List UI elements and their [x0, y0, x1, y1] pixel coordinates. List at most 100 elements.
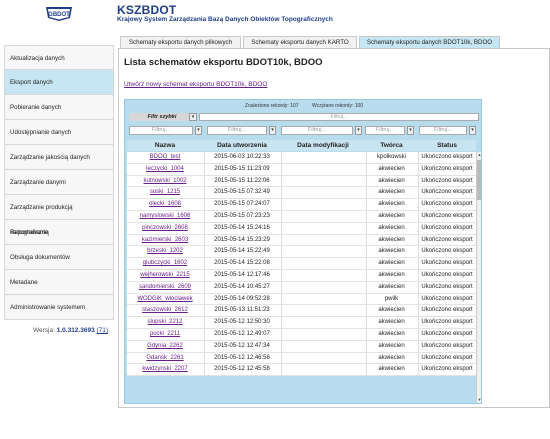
cell-modified	[281, 187, 365, 198]
column-header-name[interactable]: Nazwa	[127, 140, 203, 151]
table-row[interactable]: leczycki_1004 2015-05-15 11:23:09 akwiecie…	[127, 163, 476, 176]
sidebar-item[interactable]: Obsługa dokumentów	[4, 245, 114, 270]
cell-name[interactable]: kutnowski_1002	[127, 176, 203, 187]
sidebar-item[interactable]: Raportowanie	[4, 220, 114, 245]
cell-created: 2015-05-12 12:49:07	[214, 330, 270, 337]
filter-name-input[interactable]: Filtruj...	[129, 126, 193, 135]
cell-name[interactable]: sandomierski_2609	[127, 282, 203, 293]
cell-name[interactable]: BDOO_test	[127, 152, 203, 163]
table-row[interactable]: pinczowski_2608 2015-05-14 15:24:16 akwiec…	[127, 222, 476, 235]
sidebar-item[interactable]: Udostępnianie danych	[4, 120, 114, 145]
column-header-created[interactable]: Data utworzenia	[204, 140, 280, 151]
table-row[interactable]: Gdansk_2261 2015-05-12 12:46:56 akwiecien U…	[127, 352, 476, 365]
grid-scrollbar[interactable]: ▲ ▼	[476, 152, 481, 403]
sidebar-item[interactable]: Administrowanie systemem	[4, 295, 114, 320]
cell-name[interactable]: Gdynia_2262	[127, 341, 203, 352]
cell-name[interactable]: namyslowski_1606	[127, 211, 203, 222]
cell-name[interactable]: Gdansk_2261	[127, 353, 203, 364]
cell-name[interactable]: brzeski_1202	[127, 246, 203, 257]
table-row[interactable]: pucki_2211 2015-05-12 12:49:07 akwiecien Uk…	[127, 328, 476, 341]
sidebar-item[interactable]: Aktualizacja danych	[4, 45, 114, 70]
table-row[interactable]: WODGiK_wloclawek 2015-05-14 09:52:28 pwilk…	[127, 293, 476, 306]
table-row[interactable]: BDOO_test 2015-06-03 10:22:33 kpolkowski Uk…	[127, 152, 476, 164]
cell-creator: akwiecien	[378, 201, 405, 208]
filter-modified-input[interactable]: Filtruj...	[281, 126, 353, 135]
scroll-up-icon[interactable]: ▲	[477, 152, 481, 158]
cell-status: Ukończono eksport	[421, 342, 473, 349]
create-schema-link[interactable]: Utwórz nowy schemat eksportu BDOT10k, BD…	[124, 81, 267, 88]
cell-name[interactable]: suski_1215	[127, 187, 203, 198]
cell-name[interactable]: pucki_2211	[127, 329, 203, 340]
table-row[interactable]: wejherowski_2215 2015-05-14 12:17:46 akwie…	[127, 269, 476, 282]
quick-filter-dropdown-icon[interactable]: ▾	[189, 113, 197, 121]
cell-created: 2015-05-14 09:52:28	[214, 295, 270, 302]
cell-creator: akwiecien	[378, 212, 405, 219]
filter-status-input[interactable]: Filtruj...	[419, 126, 467, 135]
cell-name[interactable]: kazimierski_2603	[127, 235, 203, 246]
version-info: Wersja: 1.0.312.3693 (71)	[33, 327, 108, 334]
sidebar-item[interactable]: Eksport danych	[4, 70, 114, 95]
table-row[interactable]: kwidzynski_2207 2015-05-12 12:45:58 akwiec…	[127, 364, 476, 377]
scroll-down-icon[interactable]: ▼	[477, 397, 481, 403]
filter-creator-dropdown-icon[interactable]: ▾	[407, 126, 414, 135]
sidebar-item[interactable]: Zarządzanie danymi	[4, 170, 114, 195]
quick-filter-input[interactable]: Filtruj...	[199, 113, 479, 121]
cell-creator: akwiecien	[378, 248, 405, 255]
cell-name[interactable]: slupski_2212	[127, 317, 203, 328]
cell-name[interactable]: pinczowski_2608	[127, 223, 203, 234]
cell-name[interactable]: kwidzynski_2207	[127, 364, 203, 375]
cell-modified	[281, 305, 365, 316]
tab-file-export[interactable]: Schematy eksportu danych plikowych	[120, 36, 241, 48]
cell-name[interactable]: staszowski_2612	[127, 305, 203, 316]
cell-modified	[281, 199, 365, 210]
table-row[interactable]: sandomierski_2609 2015-05-14 10:45:27 akwi…	[127, 281, 476, 294]
cell-modified	[281, 246, 365, 257]
table-row[interactable]: Gdynia_2262 2015-05-12 12:47:34 akwiecien U…	[127, 340, 476, 353]
cell-status: Ukończono eksport	[421, 354, 473, 361]
cell-name[interactable]: olecki_1608	[127, 199, 203, 210]
cell-modified	[281, 258, 365, 269]
column-header-status[interactable]: Status	[418, 140, 476, 151]
cell-status: Ukończono eksport	[421, 295, 473, 302]
cell-name[interactable]: wejherowski_2215	[127, 270, 203, 281]
sidebar-item[interactable]: Metadane	[4, 270, 114, 295]
cell-name[interactable]: WODGiK_wloclawek	[127, 294, 203, 305]
table-row[interactable]: namyslowski_1606 2015-05-15 07:23:23 akwie…	[127, 210, 476, 223]
app-subtitle: Krajowy System Zarządzania Bazą Danych O…	[117, 16, 333, 23]
column-header-modified[interactable]: Data modyfikacji	[281, 140, 365, 151]
filter-creator-input[interactable]: Filtruj...	[365, 126, 405, 135]
table-row[interactable]: kazimierski_2603 2015-05-14 15:23:29 akwie…	[127, 234, 476, 247]
version-label: Wersja:	[33, 327, 55, 334]
cell-name[interactable]: glubczycki_1602	[127, 258, 203, 269]
scroll-thumb[interactable]	[477, 160, 481, 200]
table-row[interactable]: glubczycki_1602 2015-05-14 15:22:08 akwiec…	[127, 258, 476, 270]
sidebar-item[interactable]: Pobieranie danych	[4, 95, 114, 120]
filter-created-input[interactable]: Filtruj...	[207, 126, 267, 135]
filter-name-dropdown-icon[interactable]: ▾	[195, 126, 202, 135]
cell-name[interactable]: leczycki_1004	[127, 164, 203, 175]
cell-creator: akwiecien	[378, 236, 405, 243]
table-row[interactable]: suski_1215 2015-05-15 07:32:49 akwiecien Uk…	[127, 187, 476, 200]
filter-modified-dropdown-icon[interactable]: ▾	[355, 126, 362, 135]
column-header-creator[interactable]: Twórca	[366, 140, 417, 151]
sidebar-item[interactable]: Zarządzanie produkcją kartograficzną	[4, 195, 114, 236]
version-count-link[interactable]: (71)	[97, 327, 109, 334]
cell-creator: akwiecien	[378, 319, 405, 326]
tab-bdot-export[interactable]: Schematy eksportu danych BDOT10k, BDOO	[359, 36, 500, 48]
tab-karto-export[interactable]: Schematy eksportu danych KARTO	[243, 36, 357, 48]
table-row[interactable]: kutnowski_1002 2015-05-15 11:22:06 akwieci…	[127, 175, 476, 188]
version-number: 1.0.312.3693	[56, 327, 95, 334]
sidebar-item[interactable]: Zarządzanie jakością danych	[4, 145, 114, 170]
filter-status-dropdown-icon[interactable]: ▾	[469, 126, 476, 135]
table-row[interactable]: staszowski_2612 2015-05-13 11:51:23 akwiec…	[127, 305, 476, 318]
cell-status: Ukończono eksport	[421, 201, 473, 208]
cell-status: Ukończono eksport	[421, 260, 473, 267]
cell-created: 2015-05-14 10:45:27	[214, 283, 270, 290]
cell-created: 2015-05-12 12:47:34	[214, 342, 270, 349]
loaded-records: Wczytane rekordy: 100	[311, 103, 364, 109]
filter-created-dropdown-icon[interactable]: ▾	[269, 126, 276, 135]
table-row[interactable]: slupski_2212 2015-05-12 12:50:30 akwiecien…	[127, 317, 476, 329]
table-row[interactable]: brzeski_1202 2015-05-14 15:22:49 akwiecien…	[127, 246, 476, 259]
cell-status: Ukończono eksport	[421, 248, 473, 255]
table-row[interactable]: olecki_1608 2015-05-15 07:24:07 akwiecien U…	[127, 199, 476, 211]
